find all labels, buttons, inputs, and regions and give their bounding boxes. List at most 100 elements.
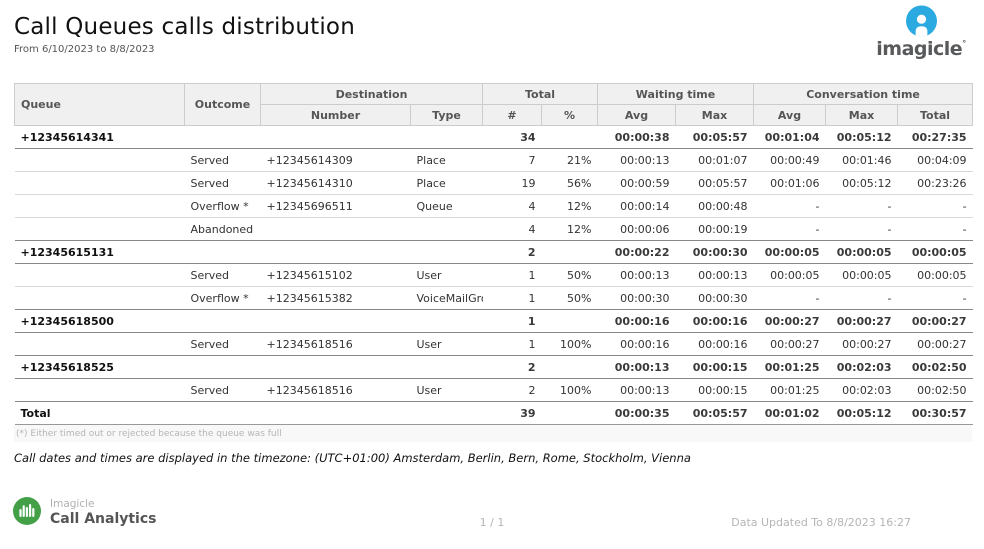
date-range: From 6/10/2023 to 8/8/2023	[14, 44, 984, 55]
cell-conversation-avg: -	[754, 287, 826, 310]
cell-conversation-avg: 00:00:05	[754, 264, 826, 287]
cell-count: 1	[483, 264, 542, 287]
cell-conversation-max: 00:00:27	[826, 333, 898, 356]
cell-percent	[542, 126, 598, 149]
cell-waiting-max: 00:00:48	[676, 195, 754, 218]
cell-conversation-avg: 00:01:06	[754, 172, 826, 195]
cell-outcome	[185, 402, 261, 425]
cell-number	[261, 241, 411, 264]
total-row: Total3900:00:3500:05:5700:01:0200:05:120…	[15, 402, 973, 425]
cell-waiting-avg: 00:00:16	[598, 310, 676, 333]
cell-number: +12345615382	[261, 287, 411, 310]
cell-waiting-max: 00:00:15	[676, 379, 754, 402]
cell-conversation-total: 00:02:50	[898, 379, 973, 402]
cell-outcome: Overflow *	[185, 195, 261, 218]
cell-waiting-avg: 00:00:13	[598, 356, 676, 379]
col-header-count: #	[483, 105, 542, 126]
cell-type: Place	[411, 172, 483, 195]
cell-conversation-avg: 00:00:27	[754, 333, 826, 356]
cell-percent: 50%	[542, 287, 598, 310]
cell-conversation-max: -	[826, 195, 898, 218]
cell-count: 7	[483, 149, 542, 172]
col-header-waiting-avg: Avg	[598, 105, 676, 126]
report-footer: Imagicle Call Analytics 1 / 1 Data Updat…	[0, 494, 984, 538]
cell-queue	[15, 287, 185, 310]
table-row: Overflow *+12345696511Queue412%00:00:140…	[15, 195, 973, 218]
cell-conversation-total: 00:00:05	[898, 241, 973, 264]
cell-conversation-avg: -	[754, 195, 826, 218]
cell-queue: +12345614341	[15, 126, 185, 149]
cell-waiting-avg: 00:00:30	[598, 287, 676, 310]
table-row: Served+12345618516User2100%00:00:1300:00…	[15, 379, 973, 402]
cell-count: 39	[483, 402, 542, 425]
cell-outcome: Served	[185, 149, 261, 172]
cell-type	[411, 126, 483, 149]
col-header-conversation-time: Conversation time	[754, 84, 973, 105]
cell-conversation-total: 00:00:05	[898, 264, 973, 287]
cell-conversation-avg: 00:01:04	[754, 126, 826, 149]
cell-waiting-avg: 00:00:14	[598, 195, 676, 218]
cell-count: 19	[483, 172, 542, 195]
cell-count: 1	[483, 310, 542, 333]
cell-waiting-avg: 00:00:35	[598, 402, 676, 425]
cell-outcome: Served	[185, 264, 261, 287]
cell-conversation-avg: -	[754, 218, 826, 241]
cell-type	[411, 241, 483, 264]
queue-group-row: +12345618525200:00:1300:00:1500:01:2500:…	[15, 356, 973, 379]
cell-queue: +12345615131	[15, 241, 185, 264]
cell-count: 1	[483, 333, 542, 356]
cell-queue: +12345618500	[15, 310, 185, 333]
cell-conversation-max: 00:02:03	[826, 356, 898, 379]
report-page: Call Queues calls distribution From 6/10…	[0, 0, 984, 549]
cell-conversation-total: 00:23:26	[898, 172, 973, 195]
cell-percent: 21%	[542, 149, 598, 172]
queue-group-row: +123456143413400:00:3800:05:5700:01:0400…	[15, 126, 973, 149]
cell-percent	[542, 310, 598, 333]
cell-number: +12345696511	[261, 195, 411, 218]
cell-waiting-avg: 00:00:13	[598, 149, 676, 172]
cell-conversation-avg: 00:01:25	[754, 379, 826, 402]
cell-type	[411, 218, 483, 241]
col-header-conversation-total: Total	[898, 105, 973, 126]
cell-conversation-total: 00:27:35	[898, 126, 973, 149]
cell-outcome	[185, 356, 261, 379]
cell-conversation-max: -	[826, 218, 898, 241]
cell-type: VoiceMailGroup	[411, 287, 483, 310]
table-row: Served+12345618516User1100%00:00:1600:00…	[15, 333, 973, 356]
cell-waiting-avg: 00:00:16	[598, 333, 676, 356]
col-header-waiting-max: Max	[676, 105, 754, 126]
col-header-percent: %	[542, 105, 598, 126]
cell-percent: 50%	[542, 264, 598, 287]
col-header-type: Type	[411, 105, 483, 126]
cell-conversation-total: 00:00:27	[898, 310, 973, 333]
cell-percent	[542, 356, 598, 379]
cell-waiting-avg: 00:00:59	[598, 172, 676, 195]
cell-queue	[15, 333, 185, 356]
col-header-conversation-avg: Avg	[754, 105, 826, 126]
cell-percent: 12%	[542, 195, 598, 218]
cell-queue: +12345618525	[15, 356, 185, 379]
table-header: Queue Outcome Destination Total Waiting …	[15, 84, 973, 126]
cell-percent: 100%	[542, 333, 598, 356]
cell-type	[411, 402, 483, 425]
cell-outcome: Served	[185, 333, 261, 356]
cell-number	[261, 402, 411, 425]
table-row: Served+12345614310Place1956%00:00:5900:0…	[15, 172, 973, 195]
cell-outcome	[185, 241, 261, 264]
cell-waiting-max: 00:05:57	[676, 126, 754, 149]
calls-distribution-table: Queue Outcome Destination Total Waiting …	[14, 83, 973, 425]
cell-conversation-max: 00:05:12	[826, 402, 898, 425]
cell-conversation-max: -	[826, 287, 898, 310]
cell-waiting-avg: 00:00:13	[598, 264, 676, 287]
timezone-note: Call dates and times are displayed in th…	[14, 451, 972, 465]
cell-type	[411, 356, 483, 379]
cell-count: 2	[483, 356, 542, 379]
cell-number: +12345614310	[261, 172, 411, 195]
cell-queue: Total	[15, 402, 185, 425]
cell-number: +12345618516	[261, 379, 411, 402]
cell-percent: 100%	[542, 379, 598, 402]
cell-type: User	[411, 379, 483, 402]
cell-waiting-max: 00:00:30	[676, 241, 754, 264]
col-header-number: Number	[261, 105, 411, 126]
cell-queue	[15, 195, 185, 218]
